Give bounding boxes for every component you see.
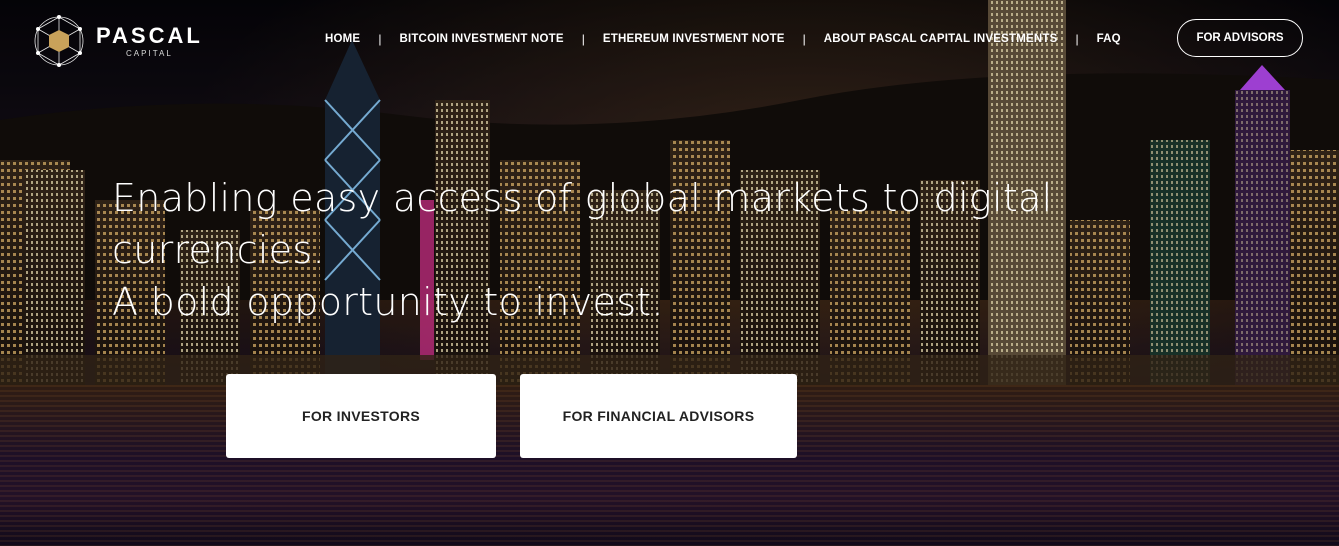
for-investors-button[interactable]: FOR INVESTORS bbox=[226, 374, 496, 458]
headline-line-1: Enabling easy access of global markets t… bbox=[112, 176, 1053, 220]
headline-line-2: currencies. bbox=[112, 228, 325, 272]
nav-home[interactable]: HOME bbox=[325, 33, 360, 45]
geometric-network-logo-icon bbox=[34, 15, 84, 67]
nav-separator: | bbox=[1075, 32, 1079, 46]
brand-subtitle: CAPITAL bbox=[126, 48, 173, 58]
hero-headline: Enabling easy access of global markets t… bbox=[112, 172, 1122, 328]
nav-separator: | bbox=[378, 32, 382, 46]
nav-bitcoin-investment-note[interactable]: BITCOIN INVESTMENT NOTE bbox=[399, 33, 563, 45]
brand-logo[interactable]: PASCAL CAPITAL bbox=[32, 14, 203, 68]
hero-section: PASCAL CAPITAL HOME | BITCOIN INVESTMENT… bbox=[0, 0, 1339, 546]
nav-separator: | bbox=[802, 32, 806, 46]
brand-name: PASCAL bbox=[96, 22, 203, 48]
nav-faq[interactable]: FAQ bbox=[1097, 33, 1121, 45]
main-nav: HOME | BITCOIN INVESTMENT NOTE | ETHEREU… bbox=[325, 30, 1121, 48]
for-financial-advisors-button[interactable]: FOR FINANCIAL ADVISORS bbox=[520, 374, 797, 458]
nav-ethereum-investment-note[interactable]: ETHEREUM INVESTMENT NOTE bbox=[603, 33, 785, 45]
headline-line-3: A bold opportunity to invest. bbox=[112, 280, 664, 324]
for-advisors-button[interactable]: FOR ADVISORS bbox=[1177, 19, 1303, 57]
nav-about[interactable]: ABOUT PASCAL CAPITAL INVESTMENTS bbox=[824, 33, 1058, 45]
nav-separator: | bbox=[581, 32, 585, 46]
